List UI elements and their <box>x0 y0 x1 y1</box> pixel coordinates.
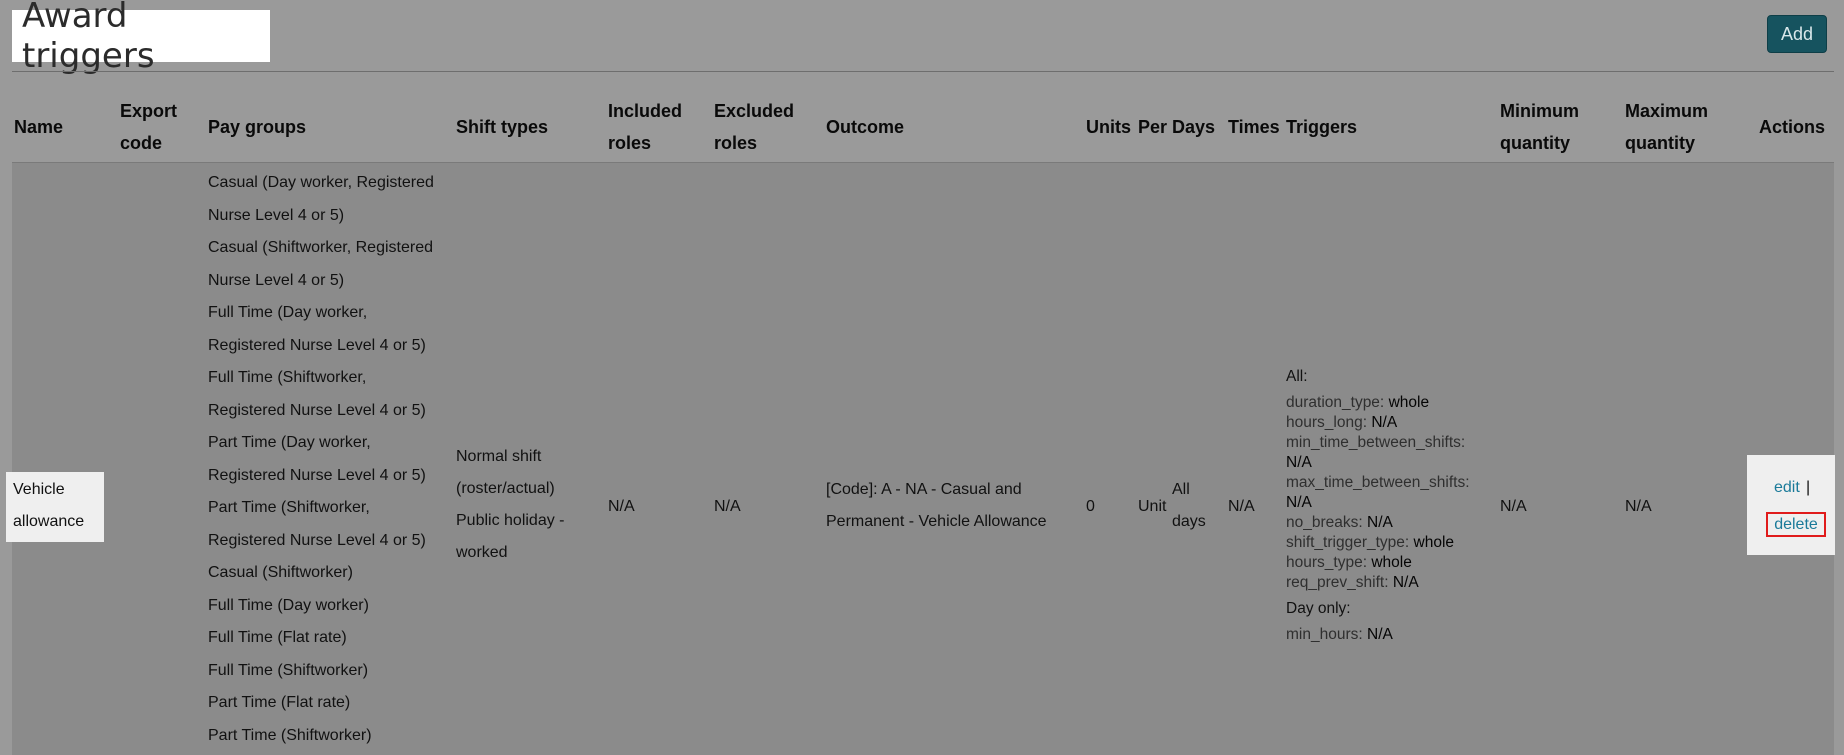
trigger-value: N/A <box>1367 626 1393 643</box>
add-button[interactable]: Add <box>1767 15 1827 53</box>
pay-group-item: Full Time (Day worker) <box>208 596 369 614</box>
maximum-quantity-cell: N/A <box>1625 498 1652 515</box>
trigger-key: min_hours: <box>1286 626 1363 643</box>
pay-groups-list: Casual (Day worker, Registered Nurse Lev… <box>208 167 448 752</box>
trigger-field: hours_long: N/A <box>1286 413 1486 433</box>
col-days[interactable]: Days <box>1172 111 1215 143</box>
trigger-key: no_breaks: <box>1286 514 1363 531</box>
col-triggers[interactable]: Triggers <box>1286 111 1357 143</box>
shift-type-item: Normal shift (roster/actual) <box>456 448 555 497</box>
col-units[interactable]: Units <box>1086 111 1131 143</box>
trigger-key: req_prev_shift: <box>1286 574 1389 591</box>
trigger-field: duration_type: whole <box>1286 393 1486 413</box>
pay-group-item: Full Time (Shiftworker) <box>208 661 369 679</box>
units-cell: 0 <box>1086 498 1095 515</box>
trigger-day-only-label: Day only: <box>1286 600 1351 617</box>
included-roles-cell: N/A <box>608 498 635 515</box>
shift-types-list: Normal shift (roster/actual) Public holi… <box>456 441 586 569</box>
trigger-value: N/A <box>1392 574 1419 591</box>
trigger-value: whole <box>1388 394 1430 411</box>
pay-group-item: Part Time (Flat rate) <box>208 694 351 711</box>
edit-link[interactable]: edit <box>1774 479 1800 497</box>
triggers-cell: All: duration_type: whole hours_long: N/… <box>1286 367 1486 645</box>
pay-group-item: Part Time (Shiftworker) <box>208 726 372 744</box>
trigger-field: no_breaks: N/A <box>1286 513 1486 533</box>
pay-group-item: Casual (Shiftworker, Registered Nurse Le… <box>208 239 433 289</box>
col-name[interactable]: Name <box>14 111 63 143</box>
trigger-key: min_time_between_shifts: <box>1286 434 1466 451</box>
trigger-field: shift_trigger_type: whole <box>1286 533 1486 553</box>
col-included-roles[interactable]: Included roles <box>608 95 698 159</box>
col-excluded-roles[interactable]: Excluded roles <box>714 95 804 159</box>
trigger-value: whole <box>1371 554 1412 571</box>
per-cell: Unit <box>1138 498 1167 515</box>
trigger-field: req_prev_shift: N/A <box>1286 573 1486 593</box>
shift-type-item: Public holiday - worked <box>456 512 565 561</box>
trigger-key: hours_type: <box>1286 554 1367 571</box>
pay-group-item: Casual (Day worker, Registered Nurse Lev… <box>208 174 434 224</box>
trigger-value: N/A <box>1286 494 1312 511</box>
col-maximum-quantity[interactable]: Maximum quantity <box>1625 95 1735 159</box>
pay-group-item: Full Time (Flat rate) <box>208 629 347 646</box>
page-title: Award triggers <box>12 0 270 76</box>
col-shift-types[interactable]: Shift types <box>456 111 548 143</box>
trigger-key: duration_type: <box>1286 394 1385 411</box>
excluded-roles-cell: N/A <box>714 498 741 515</box>
trigger-value: N/A <box>1371 414 1398 431</box>
trigger-value: whole <box>1413 534 1455 551</box>
trigger-field: hours_type: whole <box>1286 553 1486 573</box>
pay-group-item: Full Time (Shiftworker, Registered Nurse… <box>208 369 426 419</box>
trigger-all-label: All: <box>1286 368 1308 385</box>
trigger-field: max_time_between_shifts: N/A <box>1286 473 1486 513</box>
times-cell: N/A <box>1228 498 1255 515</box>
trigger-value: N/A <box>1286 454 1312 471</box>
action-separator: | <box>1806 479 1811 496</box>
trigger-name: Vehicle allowance <box>6 472 104 542</box>
trigger-key: shift_trigger_type: <box>1286 534 1410 551</box>
trigger-field: min_hours: N/A <box>1286 625 1486 645</box>
col-times[interactable]: Times <box>1228 111 1280 143</box>
outcome-cell: [Code]: A - NA - Casual and Permanent - … <box>826 481 1047 530</box>
minimum-quantity-cell: N/A <box>1500 498 1527 515</box>
col-export-code[interactable]: Export code <box>120 95 190 159</box>
pay-group-item: Part Time (Day worker, Registered Nurse … <box>208 434 426 484</box>
trigger-field: min_time_between_shifts: N/A <box>1286 433 1486 473</box>
col-actions: Actions <box>1759 117 1826 137</box>
pay-group-item: Part Time (Shiftworker, Registered Nurse… <box>208 499 426 549</box>
trigger-value: N/A <box>1367 514 1393 531</box>
col-outcome[interactable]: Outcome <box>826 111 904 143</box>
trigger-key: max_time_between_shifts: <box>1286 474 1470 491</box>
title-divider <box>12 71 1834 72</box>
pay-group-item: Full Time (Day worker, Registered Nurse … <box>208 304 426 354</box>
actions-cell <box>1747 455 1835 555</box>
trigger-key: hours_long: <box>1286 414 1368 431</box>
col-pay-groups[interactable]: Pay groups <box>208 111 306 143</box>
col-per[interactable]: Per <box>1138 111 1167 143</box>
days-cell: All days <box>1172 481 1206 530</box>
delete-link[interactable]: delete <box>1766 512 1826 537</box>
pay-group-item: Casual (Shiftworker) <box>208 564 353 581</box>
col-minimum-quantity[interactable]: Minimum quantity <box>1500 95 1610 159</box>
